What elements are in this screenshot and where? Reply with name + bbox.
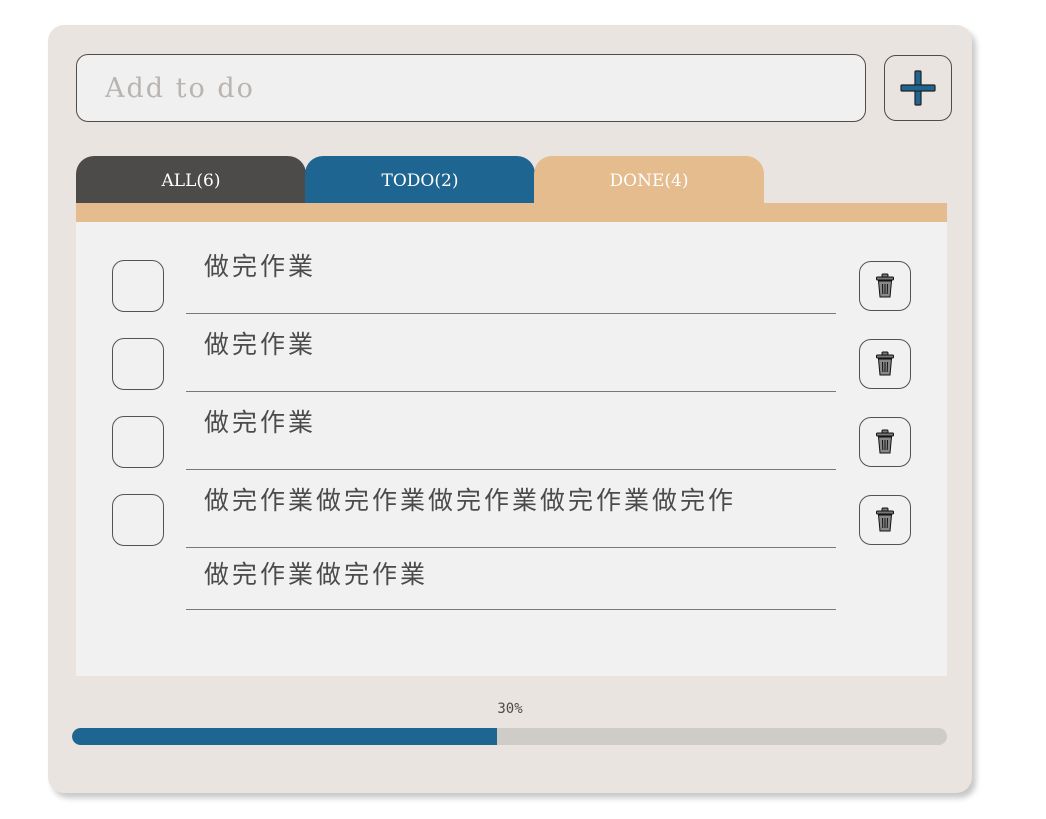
tab-done[interactable]: DONE(4) — [534, 156, 764, 205]
delete-button[interactable] — [859, 339, 911, 389]
todo-checkbox[interactable] — [112, 416, 164, 468]
plus-icon — [900, 70, 936, 106]
todo-line: 做完作業 — [186, 392, 836, 470]
active-tab-bar — [76, 203, 947, 222]
progress-bar — [72, 728, 947, 745]
todo-line: 做完作業 — [186, 314, 836, 392]
todo-line: 做完作業做完作業 — [186, 548, 836, 610]
trash-icon — [876, 273, 894, 298]
todo-checkbox[interactable] — [112, 338, 164, 390]
delete-button[interactable] — [859, 495, 911, 545]
trash-icon — [876, 429, 894, 454]
todo-text[interactable]: 做完作業 — [186, 392, 836, 470]
tab-todo[interactable]: TODO(2) — [305, 156, 535, 205]
progress-label: 30% — [497, 701, 523, 717]
add-todo-input[interactable] — [76, 54, 866, 122]
todo-list: 做完作業 做完作業 做完作業 做完作業做完作業做完作業做完作業做完作 做完作業做… — [76, 222, 947, 676]
trash-icon — [876, 351, 894, 376]
progress-fill — [72, 728, 498, 745]
todo-text[interactable]: 做完作業 — [186, 314, 836, 392]
todo-card: ALL(6) TODO(2) DONE(4) 做完作業 — [48, 25, 972, 793]
todo-text[interactable]: 做完作業 — [186, 236, 836, 314]
delete-button[interactable] — [859, 417, 911, 467]
tab-all[interactable]: ALL(6) — [76, 156, 306, 205]
todo-checkbox[interactable] — [112, 494, 164, 546]
todo-line: 做完作業做完作業做完作業做完作業做完作 — [186, 470, 836, 548]
todo-line: 做完作業 — [186, 236, 836, 314]
delete-button[interactable] — [859, 261, 911, 311]
add-button[interactable] — [884, 55, 952, 121]
todo-checkbox[interactable] — [112, 260, 164, 312]
todo-text[interactable]: 做完作業做完作業做完作業做完作業做完作 做完作業做完作業 — [186, 470, 836, 610]
trash-icon — [876, 507, 894, 532]
